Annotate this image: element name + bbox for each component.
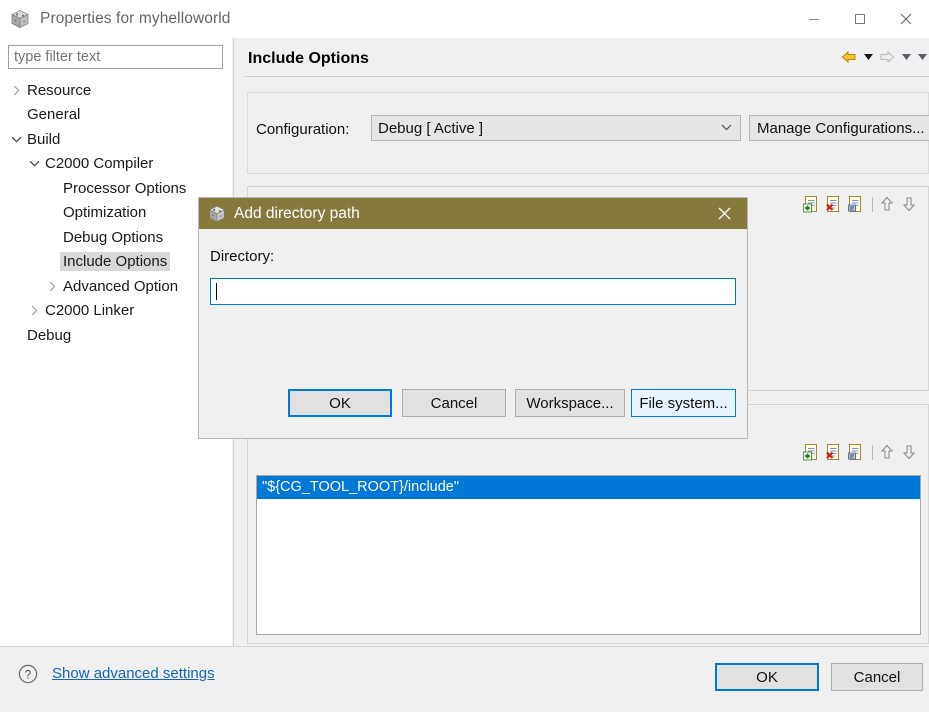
add-directory-path-dialog: Add directory path Directory: OK Cancel … [199,198,747,438]
sidebar-item-label: General [27,106,81,124]
configuration-dropdown[interactable]: Debug [ Active ] [371,115,741,141]
dialog-title: Add directory path [234,204,360,222]
chevron-right-icon[interactable] [8,78,24,102]
move-up-icon[interactable] [879,443,898,462]
dialog-close-icon[interactable] [713,203,735,225]
question-mark-icon[interactable]: ? [18,664,38,684]
sidebar-item-label: Processor Options [63,179,187,197]
dialog-cancel-button[interactable]: Cancel [402,389,506,417]
edit-icon[interactable] [847,195,866,214]
sidebar-item-label: C2000 Linker [45,302,135,320]
forward-arrow-icon[interactable] [877,47,897,67]
sidebar-item-include-options[interactable]: Include Options [0,250,232,275]
include-file-toolbar [803,443,920,462]
minimize-button[interactable] [791,0,837,38]
sidebar-item-advanced-option[interactable]: Advanced Option [0,274,232,299]
page-navigation [839,47,929,67]
toolbar-separator [872,197,873,212]
forward-history-caret-icon[interactable] [899,47,913,67]
sidebar-item-label: Build [27,130,61,148]
window-titlebar: Properties for myhelloworld [0,0,929,38]
filter-input[interactable] [8,45,223,69]
chevron-right-icon[interactable] [26,299,42,323]
delete-icon[interactable] [825,195,844,214]
configuration-group: Configuration: Debug [ Active ] Manage C… [247,92,929,174]
sidebar-item-debug[interactable]: Debug [0,323,232,348]
sidebar-item-label: C2000 Compiler [45,155,154,173]
back-history-caret-icon[interactable] [861,47,875,67]
page-title: Include Options [248,50,369,67]
move-down-icon[interactable] [901,195,920,214]
include-path-list[interactable]: "${CG_TOOL_ROOT}/include" [256,475,921,635]
dialog-footer: ? Show advanced settings OK Cancel [0,646,929,712]
sidebar-item-general[interactable]: General [0,103,232,128]
configuration-label: Configuration: [256,121,350,138]
manage-configurations-label: Manage Configurations... [757,119,925,137]
chevron-right-icon[interactable] [44,274,60,298]
dialog-workspace-button[interactable]: Workspace... [515,389,625,417]
list-item[interactable]: "${CG_TOOL_ROOT}/include" [257,476,920,499]
directory-input[interactable] [210,278,736,305]
configuration-value: Debug [ Active ] [378,119,484,137]
cube-icon [208,205,226,223]
delete-icon[interactable] [825,443,844,462]
sidebar-item-build[interactable]: Build [0,127,232,152]
sidebar-item-label: Debug Options [63,228,164,246]
manage-configurations-button[interactable]: Manage Configurations... [749,115,929,141]
sidebar-item-processor-options[interactable]: Processor Options [0,176,232,201]
close-button[interactable] [883,0,929,38]
sidebar-item-label: Optimization [63,204,147,222]
maximize-button[interactable] [837,0,883,38]
dialog-filesystem-button[interactable]: File system... [631,389,736,417]
add-icon[interactable] [803,443,822,462]
show-advanced-settings-link[interactable]: Show advanced settings [52,665,215,682]
dialog-ok-button[interactable]: OK [288,389,392,417]
sidebar-item-debug-options[interactable]: Debug Options [0,225,232,250]
toolbar-separator [872,445,873,460]
title-divider [244,76,929,77]
include-file-section: "${CG_TOOL_ROOT}/include" [247,404,929,644]
sidebar-item-label: Include Options [60,252,171,272]
sidebar-item-label: Resource [27,81,92,99]
sidebar-item-resource[interactable]: Resource [0,78,232,103]
cancel-button[interactable]: Cancel [831,663,923,691]
chevron-down-icon[interactable] [8,127,24,151]
add-icon[interactable] [803,195,822,214]
chevron-down-icon [721,123,732,134]
cube-icon [10,9,30,29]
properties-window: Properties for myhelloworld Resource Gene… [0,0,929,712]
chevron-down-icon[interactable] [26,152,42,176]
sidebar-item-label: Debug [27,326,72,344]
directory-field-label: Directory: [210,248,275,265]
svg-text:?: ? [25,669,31,681]
window-title: Properties for myhelloworld [40,10,231,27]
dialog-body: Directory: OK Cancel Workspace... File s… [199,229,747,438]
window-controls [791,0,929,38]
settings-tree: Resource General Build C2000 Compiler Proces… [0,78,232,348]
dialog-titlebar: Add directory path [199,198,747,229]
sidebar-item-optimization[interactable]: Optimization [0,201,232,226]
sidebar-item-c2000-compiler[interactable]: C2000 Compiler [0,152,232,177]
ok-button[interactable]: OK [715,663,819,691]
include-search-path-toolbar [803,195,920,214]
sidebar-item-label: Advanced Option [63,277,179,295]
back-arrow-icon[interactable] [839,47,859,67]
overflow-caret-icon[interactable] [915,47,929,67]
text-cursor [216,283,217,300]
sidebar-item-c2000-linker[interactable]: C2000 Linker [0,299,232,324]
move-up-icon[interactable] [879,195,898,214]
settings-tree-pane: Resource General Build C2000 Compiler Proces… [0,38,232,646]
move-down-icon[interactable] [901,443,920,462]
edit-icon[interactable] [847,443,866,462]
